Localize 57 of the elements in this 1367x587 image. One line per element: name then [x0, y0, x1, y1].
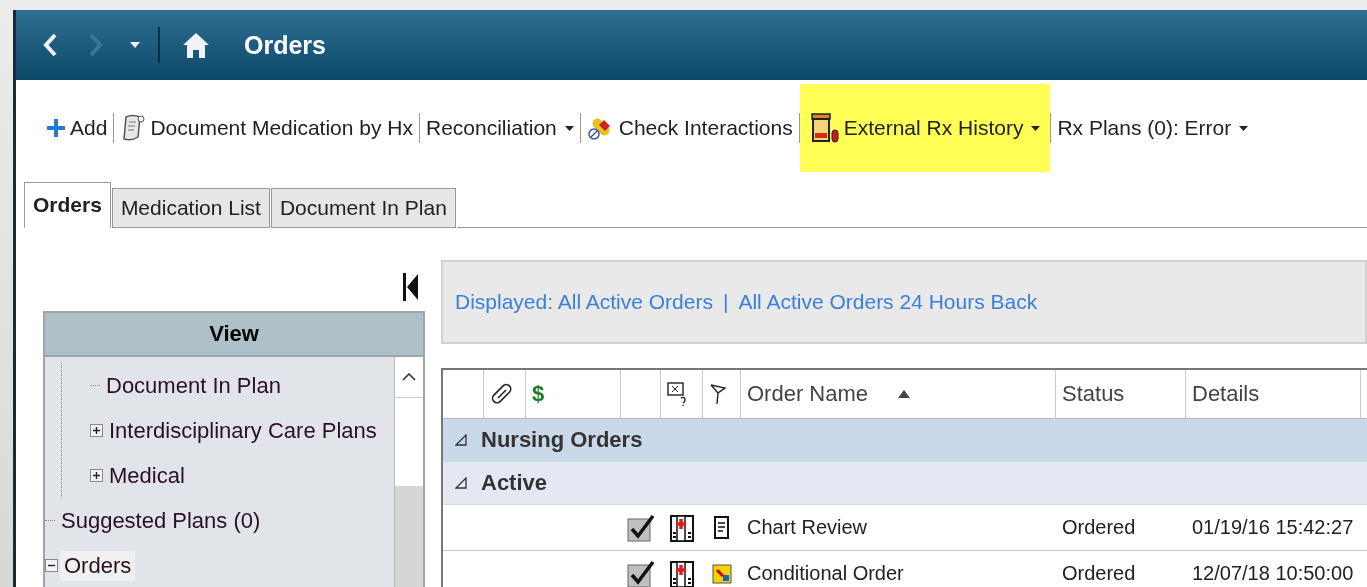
collapse-icon[interactable]	[45, 559, 58, 572]
group-row[interactable]: Nursing Orders	[443, 419, 1367, 462]
column-header[interactable]: Details	[1186, 370, 1361, 418]
group-label: Active	[481, 470, 548, 496]
expand-triangle-icon[interactable]	[455, 477, 467, 489]
table-cell-text: Chart Review	[746, 515, 869, 540]
caret-icon	[130, 42, 140, 48]
table-cell-text: Conditional Order	[746, 561, 905, 586]
tab[interactable]: Medication List	[111, 188, 270, 228]
table-cell-text: 12/07/18 10:50:00	[1191, 561, 1355, 586]
toolbar-button[interactable]: Add	[40, 84, 114, 172]
tree-item[interactable]: Medical	[105, 460, 189, 491]
chevron-left-icon	[42, 32, 58, 58]
checkbox[interactable]	[627, 513, 655, 542]
toolbar-button[interactable]: Reconciliation	[420, 84, 580, 172]
window-title: Orders	[244, 30, 326, 60]
hospital-icon	[669, 512, 695, 543]
scrollbar[interactable]	[394, 357, 423, 587]
separator-text: |	[722, 290, 729, 314]
note-icon	[667, 382, 689, 406]
column-header[interactable]: $	[526, 370, 621, 418]
group-row[interactable]: Active	[443, 462, 1367, 505]
tree-item[interactable]: Interdisciplinary Care Plans	[105, 415, 381, 446]
expand-triangle-icon[interactable]	[455, 434, 467, 446]
expand-icon[interactable]	[90, 469, 103, 482]
tab[interactable]: Document In Plan	[270, 188, 456, 228]
caret-icon	[1031, 125, 1041, 131]
column-header[interactable]: Order Name	[741, 370, 1056, 418]
tree-item[interactable]: Suggested Plans (0)	[57, 505, 265, 536]
pill-bottle-icon	[809, 112, 840, 144]
plus-icon	[46, 118, 66, 138]
table-cell-text: Ordered	[1061, 515, 1137, 540]
home-icon	[182, 31, 210, 59]
chevron-up-icon	[402, 373, 416, 381]
scroll-icon	[120, 113, 147, 143]
table-cell-text: 01/19/16 15:42:27	[1191, 515, 1355, 540]
table-cell-text: Ordered	[1061, 561, 1137, 586]
expand-icon[interactable]	[90, 424, 103, 437]
scroll-up-button[interactable]	[395, 357, 423, 397]
document-icon	[714, 515, 730, 540]
tree-item[interactable]: Document In Plan	[102, 370, 285, 401]
group-label: Nursing Orders	[481, 427, 643, 453]
collapse-panel-icon[interactable]	[403, 273, 419, 301]
toolbar-button[interactable]: External Rx History	[799, 84, 1051, 172]
toolbar-button[interactable]: Rx Plans (0): Error	[1051, 84, 1255, 172]
toolbar-button[interactable]: Document Medication by Hx	[114, 84, 419, 172]
chart-icon	[712, 563, 732, 584]
chevron-right-icon	[88, 32, 104, 58]
tree-item[interactable]: Orders	[60, 550, 136, 581]
checkbox[interactable]	[627, 559, 655, 587]
toolbar-button[interactable]: Check Interactions	[580, 84, 799, 172]
caret-icon	[564, 125, 574, 131]
view-header: View	[45, 313, 423, 357]
column-header[interactable]: Status	[1056, 370, 1186, 418]
caret-icon	[1239, 125, 1249, 131]
tab[interactable]: Orders	[24, 182, 111, 228]
flag-icon	[709, 383, 727, 405]
